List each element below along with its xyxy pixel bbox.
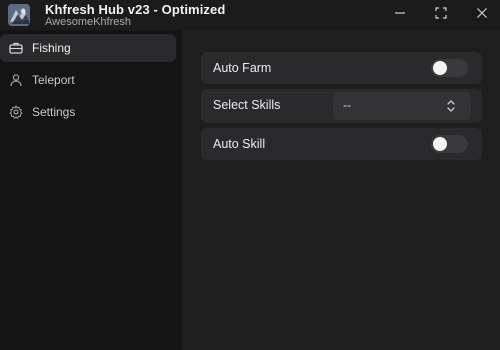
- sidebar-item-label: Settings: [32, 105, 76, 119]
- maximize-button[interactable]: [428, 2, 454, 24]
- tackle-box-icon: [9, 42, 23, 54]
- title-bar[interactable]: Khfresh Hub v23 - Optimized AwesomeKhfre…: [0, 0, 500, 30]
- sidebar-item-label: Fishing: [32, 41, 71, 55]
- gear-icon: [9, 105, 23, 119]
- select-skills-value: --: [343, 98, 351, 112]
- close-button[interactable]: [469, 2, 495, 24]
- auto-farm-label: Auto Farm: [213, 61, 272, 75]
- toggle-knob: [433, 137, 447, 151]
- auto-skill-label: Auto Skill: [213, 137, 266, 151]
- sidebar-item-teleport[interactable]: Teleport: [0, 66, 176, 94]
- auto-skill-row: Auto Skill: [201, 128, 482, 160]
- sidebar-item-fishing[interactable]: Fishing: [0, 34, 176, 62]
- app-subtitle: AwesomeKhfresh: [45, 16, 132, 28]
- select-skills-row: Select Skills --: [201, 89, 482, 123]
- person-icon: [10, 74, 22, 87]
- chevron-up-down-icon: [447, 100, 455, 112]
- minimize-icon: [395, 12, 405, 14]
- app-logo: [8, 4, 30, 26]
- sidebar-item-settings[interactable]: Settings: [0, 98, 176, 126]
- app-window: Khfresh Hub v23 - Optimized AwesomeKhfre…: [0, 0, 500, 350]
- select-skills-label: Select Skills: [213, 98, 281, 112]
- auto-farm-toggle[interactable]: [431, 59, 468, 77]
- close-icon: [477, 8, 487, 18]
- maximize-icon: [435, 7, 447, 19]
- auto-farm-row: Auto Farm: [201, 52, 482, 84]
- sidebar: Fishing Teleport Settings: [0, 30, 182, 350]
- auto-skill-toggle[interactable]: [431, 135, 468, 153]
- main-panel: Auto Farm Select Skills -- Auto Skill: [182, 30, 500, 350]
- select-skills-dropdown[interactable]: --: [333, 92, 471, 120]
- app-title: Khfresh Hub v23 - Optimized: [45, 2, 226, 17]
- minimize-button[interactable]: [387, 2, 413, 24]
- sidebar-item-label: Teleport: [32, 73, 75, 87]
- toggle-knob: [433, 61, 447, 75]
